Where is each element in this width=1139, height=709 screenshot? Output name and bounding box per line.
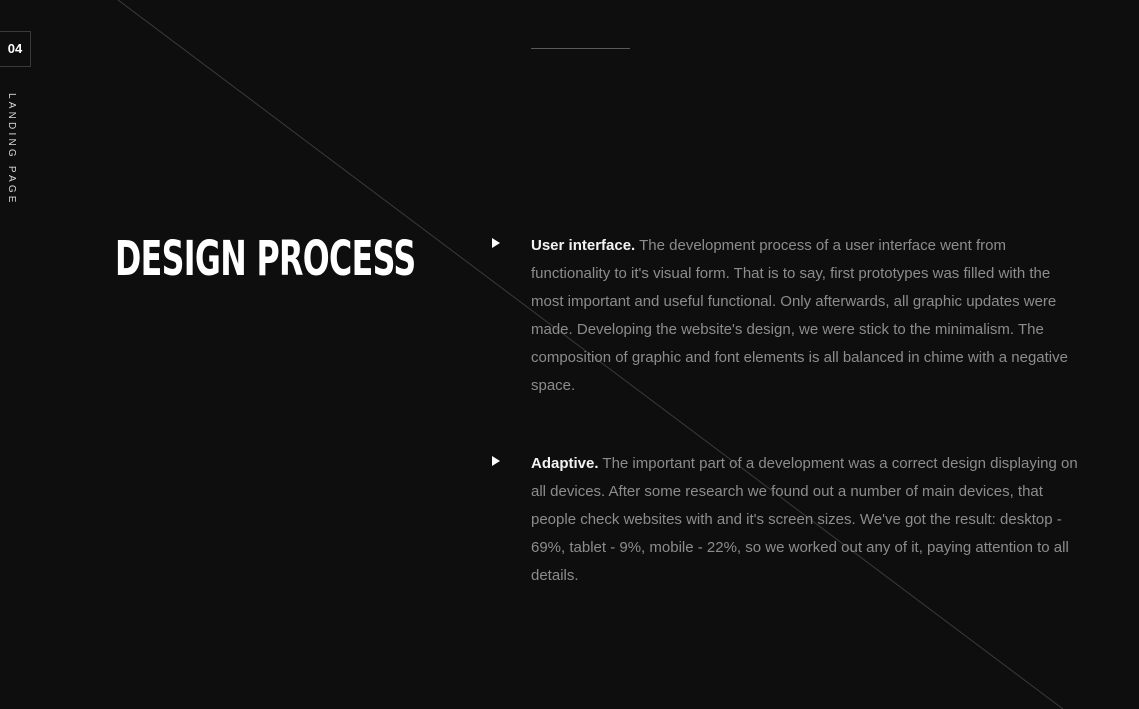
page-number-badge: 04 — [0, 31, 31, 67]
feature-title: User interface. — [531, 237, 636, 254]
page-title: DESIGN PROCESS — [115, 231, 416, 287]
feature-body: The important part of a development was … — [531, 455, 1078, 584]
top-divider — [531, 48, 630, 49]
triangle-right-icon — [492, 456, 500, 466]
triangle-right-icon — [492, 238, 500, 248]
feature-body: The development process of a user interf… — [531, 237, 1068, 394]
feature-description: Adaptive. The important part of a develo… — [531, 450, 1081, 590]
section-label: LANDING PAGE — [6, 93, 17, 206]
feature-description: User interface. The development process … — [531, 232, 1081, 400]
feature-title: Adaptive. — [531, 455, 599, 472]
